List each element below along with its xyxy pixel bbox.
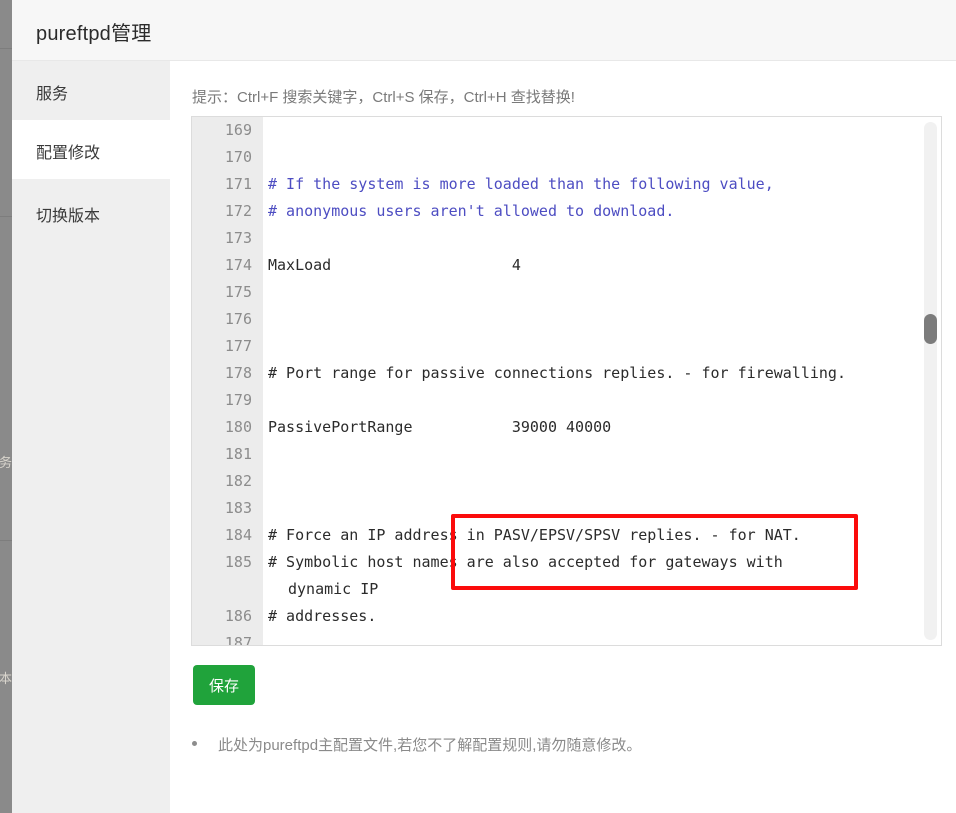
code-line-text: # anonymous users aren't allowed to down…	[268, 202, 675, 220]
sidebar-item-switch-version[interactable]: 切换版本	[12, 183, 170, 242]
bullet-icon	[192, 741, 197, 746]
code-line: 176	[192, 306, 941, 333]
sidebar-item-label: 切换版本	[36, 208, 101, 225]
line-number: 178	[224, 364, 252, 382]
line-number: 169	[224, 121, 252, 139]
line-number: 180	[224, 418, 252, 436]
app-root: 务 本 pureftpd管理 服务 配置修改 切换版本 提示：Ctrl+F 搜索…	[0, 0, 956, 813]
rail-clipped-label-2: 本	[0, 671, 12, 686]
sidebar-item-label: 服务	[36, 86, 69, 103]
code-line: 175	[192, 279, 941, 306]
line-number: 179	[224, 391, 252, 409]
sidebar-item-config-edit[interactable]: 配置修改	[12, 120, 170, 179]
line-number: 176	[224, 310, 252, 328]
sidebar-nav: 服务 配置修改 切换版本	[12, 61, 170, 813]
code-line: 171 # If the system is more loaded than t…	[192, 171, 941, 198]
code-line: dynamic IP	[192, 576, 941, 603]
main-content: 提示：Ctrl+F 搜索关键字，Ctrl+S 保存，Ctrl+H 查找替换! 1…	[170, 61, 956, 813]
scrollbar-thumb[interactable]	[924, 314, 937, 344]
line-number: 182	[224, 472, 252, 490]
line-number: 187	[224, 634, 252, 645]
code-line: 183	[192, 495, 941, 522]
code-line: 177	[192, 333, 941, 360]
code-line: 181	[192, 441, 941, 468]
code-line: 169	[192, 117, 941, 144]
save-button[interactable]: 保存	[193, 665, 255, 705]
page-title: pureftpd管理	[36, 23, 152, 45]
code-line-text: dynamic IP	[288, 580, 379, 598]
code-line-text: # Port range for passive connections rep…	[268, 364, 846, 382]
code-line-text: # Symbolic host names are also accepted …	[268, 553, 783, 571]
rail-clipped-label-1: 务	[0, 455, 12, 470]
code-line-text: PassivePortRange 39000 40000	[268, 418, 612, 436]
code-line: 182	[192, 468, 941, 495]
code-line: 170	[192, 144, 941, 171]
line-number: 184	[224, 526, 252, 544]
code-line: 179	[192, 387, 941, 414]
line-number: 175	[224, 283, 252, 301]
line-number: 186	[224, 607, 252, 625]
note-text: 此处为pureftpd主配置文件,若您不了解配置规则,请勿随意修改。	[218, 737, 642, 754]
code-line-text: # addresses.	[268, 607, 377, 625]
code-line: 173	[192, 225, 941, 252]
line-number: 174	[224, 256, 252, 274]
line-number: 183	[224, 499, 252, 517]
code-line-text: # If the system is more loaded than the …	[268, 175, 774, 193]
code-line: 172 # anonymous users aren't allowed to d…	[192, 198, 941, 225]
line-number: 171	[224, 175, 252, 193]
line-number: 170	[224, 148, 252, 166]
code-line: 184 # Force an IP address in PASV/EPSV/SP…	[192, 522, 941, 549]
line-number: 181	[224, 445, 252, 463]
code-line: 174 MaxLoad 4	[192, 252, 941, 279]
code-line: 178 # Port range for passive connections …	[192, 360, 941, 387]
code-line: 187	[192, 630, 941, 645]
shortcut-hint: 提示：Ctrl+F 搜索关键字，Ctrl+S 保存，Ctrl+H 查找替换!	[192, 89, 575, 106]
sidebar-item-label: 配置修改	[36, 145, 101, 162]
line-number: 172	[224, 202, 252, 220]
code-text-area[interactable]: 169 170 171 # If the system is more loaded …	[192, 117, 941, 645]
config-code-editor[interactable]: 169 170 171 # If the system is more loaded …	[191, 116, 942, 646]
app-header: pureftpd管理	[12, 0, 956, 61]
editor-vertical-scrollbar[interactable]	[924, 122, 937, 640]
code-line-text: MaxLoad 4	[268, 256, 521, 274]
code-line-text: # Force an IP address in PASV/EPSV/SPSV …	[268, 526, 801, 544]
line-number: 177	[224, 337, 252, 355]
sidebar-item-service[interactable]: 服务	[12, 61, 170, 120]
code-line: 186 # addresses.	[192, 603, 941, 630]
line-number: 185	[224, 553, 252, 571]
code-line: 180 PassivePortRange 39000 40000	[192, 414, 941, 441]
line-number: 173	[224, 229, 252, 247]
code-line: 185 # Symbolic host names are also accept…	[192, 549, 941, 576]
outer-nav-rail[interactable]: 务 本	[0, 0, 12, 813]
